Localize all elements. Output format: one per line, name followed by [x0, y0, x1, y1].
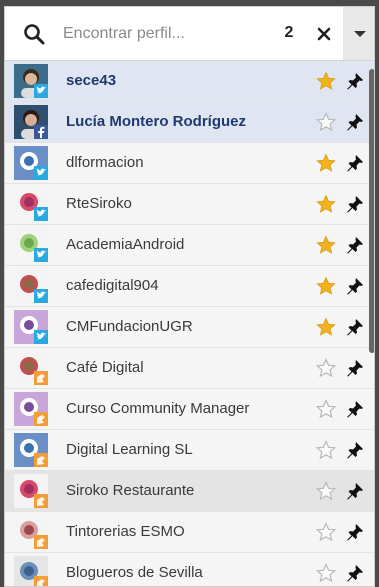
avatar	[14, 228, 48, 262]
star-icon[interactable]	[316, 194, 336, 214]
foursquare-icon	[34, 535, 48, 549]
foursquare-icon	[34, 576, 48, 586]
profile-picker-panel: 2 sece43 Lucía Montero Rodríguez dlformaci…	[4, 6, 375, 587]
profile-row[interactable]: RteSiroko	[5, 184, 374, 225]
pin-icon[interactable]	[345, 71, 365, 91]
profile-name: Café Digital	[66, 359, 144, 376]
star-icon[interactable]	[316, 153, 336, 173]
foursquare-icon	[34, 494, 48, 508]
profile-name: RteSiroko	[66, 195, 132, 212]
profile-name: Digital Learning SL	[66, 441, 193, 458]
profile-name: Tintorerias ESMO	[66, 523, 185, 540]
avatar	[14, 269, 48, 303]
twitter-icon	[34, 330, 48, 344]
star-icon[interactable]	[316, 235, 336, 255]
scrollbar[interactable]	[369, 69, 374, 353]
avatar	[14, 146, 48, 180]
clear-search-button[interactable]	[309, 13, 339, 55]
facebook-icon	[34, 125, 48, 139]
profile-row[interactable]: AcademiaAndroid	[5, 225, 374, 266]
close-icon	[317, 27, 331, 41]
avatar	[14, 351, 48, 385]
search-icon[interactable]	[23, 23, 45, 45]
star-icon[interactable]	[316, 71, 336, 91]
twitter-icon	[34, 289, 48, 303]
pin-icon[interactable]	[345, 194, 365, 214]
profile-row[interactable]: Tintorerias ESMO	[5, 512, 374, 553]
pin-icon[interactable]	[345, 522, 365, 542]
avatar	[14, 392, 48, 426]
foursquare-icon	[34, 412, 48, 426]
star-icon[interactable]	[316, 440, 336, 460]
profile-name: AcademiaAndroid	[66, 236, 185, 253]
avatar	[14, 515, 48, 549]
profile-row[interactable]: cafedigital904	[5, 266, 374, 307]
search-bar: 2	[5, 7, 374, 61]
profile-name: dlformacion	[66, 154, 144, 171]
pin-icon[interactable]	[345, 399, 365, 419]
star-icon[interactable]	[316, 563, 336, 583]
foursquare-icon	[34, 453, 48, 467]
twitter-icon	[34, 248, 48, 262]
pin-icon[interactable]	[345, 235, 365, 255]
profile-row[interactable]: Digital Learning SL	[5, 430, 374, 471]
star-icon[interactable]	[316, 317, 336, 337]
twitter-icon	[34, 84, 48, 98]
profile-name: Lucía Montero Rodríguez	[66, 113, 246, 130]
profile-name: CMFundacionUGR	[66, 318, 193, 335]
profile-name: Siroko Restaurante	[66, 482, 195, 499]
pin-icon[interactable]	[345, 112, 365, 132]
foursquare-icon	[34, 371, 48, 385]
star-icon[interactable]	[316, 481, 336, 501]
profile-row[interactable]: CMFundacionUGR	[5, 307, 374, 348]
profile-row[interactable]: Curso Community Manager	[5, 389, 374, 430]
profile-name: sece43	[66, 72, 117, 89]
profile-row[interactable]: sece43	[5, 61, 374, 102]
profile-row[interactable]: Blogueros de Sevilla	[5, 553, 374, 586]
avatar	[14, 556, 48, 586]
avatar	[14, 105, 48, 139]
profile-list: sece43 Lucía Montero Rodríguez dlformacion…	[5, 61, 374, 586]
profile-row[interactable]: Lucía Montero Rodríguez	[5, 102, 374, 143]
avatar	[14, 187, 48, 221]
avatar	[14, 474, 48, 508]
star-icon[interactable]	[316, 522, 336, 542]
star-icon[interactable]	[316, 399, 336, 419]
pin-icon[interactable]	[345, 481, 365, 501]
avatar	[14, 433, 48, 467]
pin-icon[interactable]	[345, 358, 365, 378]
pin-icon[interactable]	[345, 317, 365, 337]
search-input[interactable]	[63, 23, 273, 45]
twitter-icon	[34, 166, 48, 180]
profile-row[interactable]: Café Digital	[5, 348, 374, 389]
profile-name: Curso Community Manager	[66, 400, 250, 417]
chevron-down-icon	[353, 30, 366, 37]
star-icon[interactable]	[316, 358, 336, 378]
profile-name: Blogueros de Sevilla	[66, 564, 203, 581]
profile-row[interactable]: dlformacion	[5, 143, 374, 184]
profile-row[interactable]: Siroko Restaurante	[5, 471, 374, 512]
avatar	[14, 64, 48, 98]
pin-icon[interactable]	[345, 153, 365, 173]
dropdown-menu-button[interactable]	[343, 7, 374, 60]
pin-icon[interactable]	[345, 563, 365, 583]
avatar	[14, 310, 48, 344]
selected-count: 2	[284, 24, 294, 41]
star-icon[interactable]	[316, 276, 336, 296]
pin-icon[interactable]	[345, 276, 365, 296]
star-icon[interactable]	[316, 112, 336, 132]
profile-name: cafedigital904	[66, 277, 159, 294]
pin-icon[interactable]	[345, 440, 365, 460]
twitter-icon	[34, 207, 48, 221]
